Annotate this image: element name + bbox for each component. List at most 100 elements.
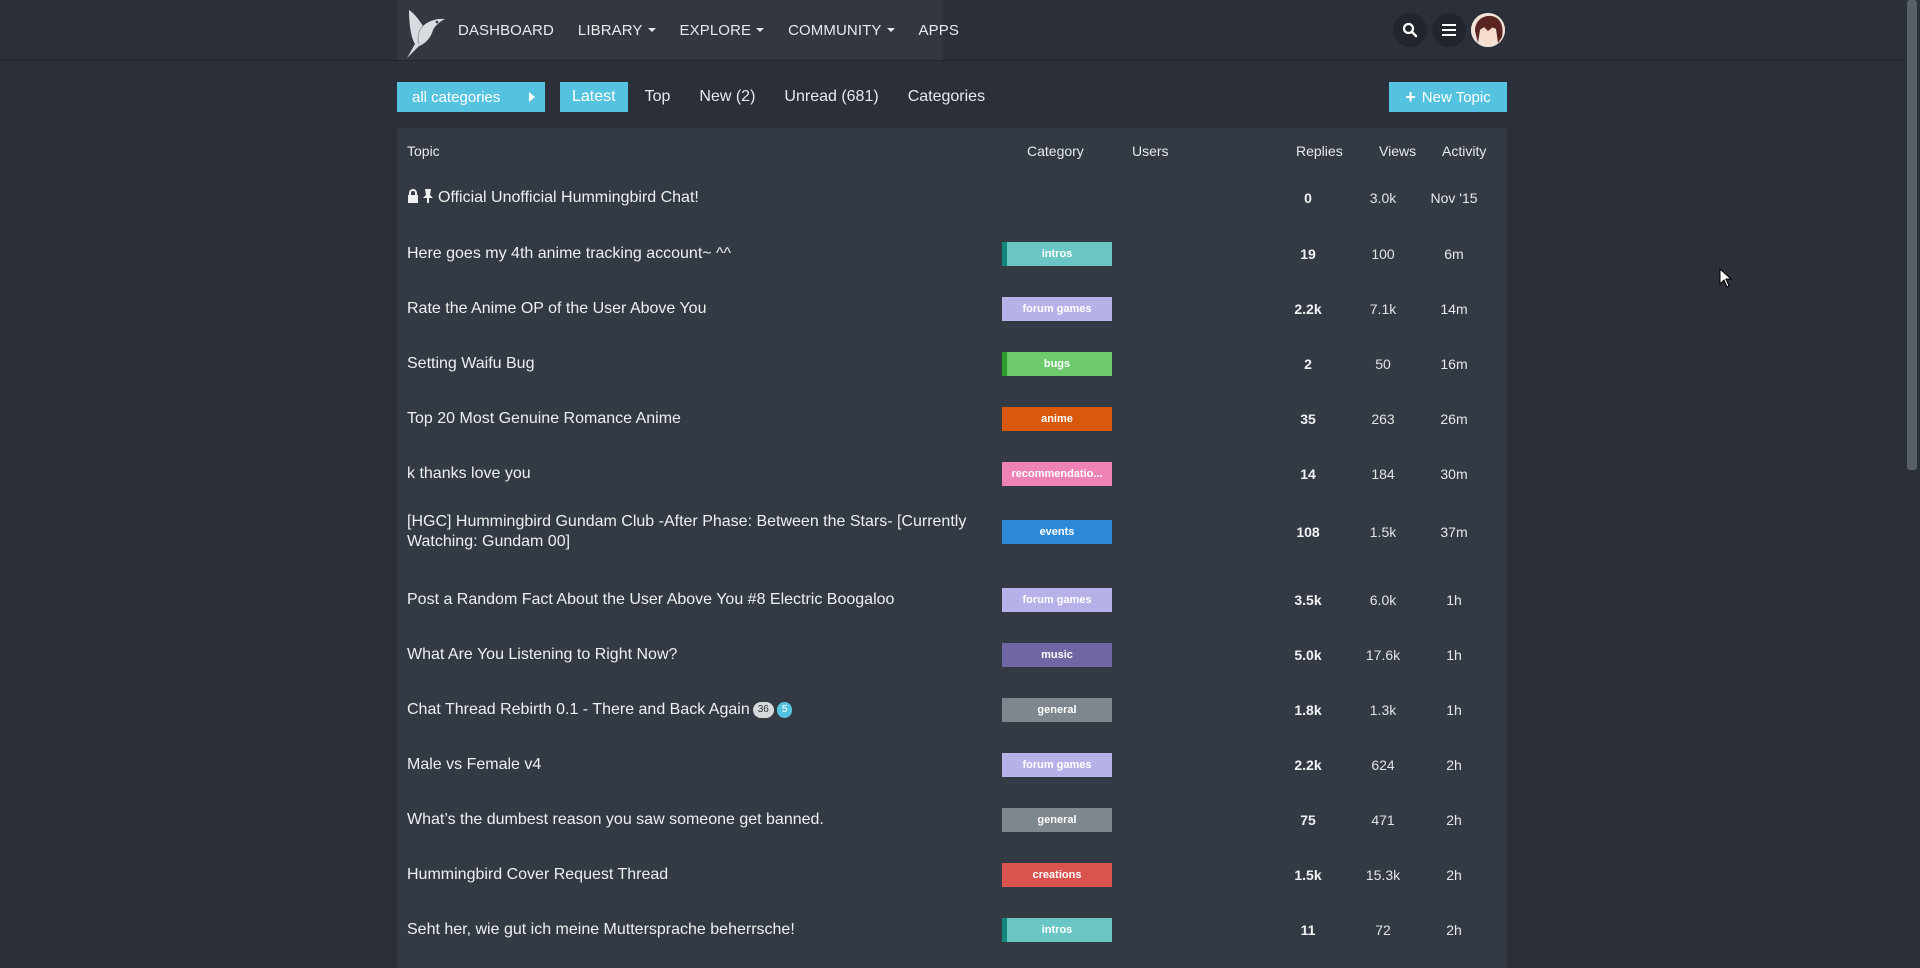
tab-top[interactable]: Top: [633, 82, 683, 112]
category-badge[interactable]: forum games: [1002, 297, 1112, 321]
scrollbar-thumb[interactable]: [1907, 0, 1917, 470]
nav-label: COMMUNITY: [788, 21, 882, 39]
tab-latest[interactable]: Latest: [560, 82, 628, 112]
caret-right-icon: [529, 92, 535, 102]
activity-count[interactable]: 1h: [1424, 647, 1484, 663]
category-label: bugs: [1043, 358, 1071, 370]
hummingbird-logo-icon[interactable]: [397, 0, 457, 60]
topic-title[interactable]: What Are You Listening to Right Now?: [407, 645, 977, 665]
category-label: intros: [1041, 924, 1073, 936]
category-badge[interactable]: music: [1002, 643, 1112, 667]
topic-title[interactable]: Here goes my 4th anime tracking account~…: [407, 244, 977, 264]
header-topic[interactable]: Topic: [407, 143, 440, 159]
category-badge[interactable]: events: [1002, 520, 1112, 544]
activity-count[interactable]: Nov '15: [1424, 190, 1484, 206]
activity-count[interactable]: 2h: [1424, 812, 1484, 828]
table-row: Here goes my 4th anime tracking account~…: [397, 232, 1507, 277]
activity-count[interactable]: 26m: [1424, 411, 1484, 427]
header-replies[interactable]: Replies: [1296, 143, 1343, 159]
category-label: events: [1039, 526, 1075, 538]
menu-icon: [1442, 24, 1456, 36]
activity-count[interactable]: 1h: [1424, 702, 1484, 718]
nav-library[interactable]: LIBRARY: [578, 22, 656, 39]
category-badge[interactable]: forum games: [1002, 753, 1112, 777]
nav-apps[interactable]: APPS: [919, 22, 959, 39]
topic-title[interactable]: [HGC] Hummingbird Gundam Club -After Pha…: [407, 512, 977, 552]
new-count-badge[interactable]: 5: [776, 701, 793, 718]
category-stripe: [1002, 698, 1007, 722]
topic-title[interactable]: Post a Random Fact About the User Above …: [407, 590, 977, 610]
topic-title[interactable]: Official Unofficial Hummingbird Chat!: [407, 188, 977, 208]
nav-label: DASHBOARD: [458, 21, 554, 39]
nav-explore[interactable]: EXPLORE: [680, 22, 765, 39]
category-badge[interactable]: anime: [1002, 407, 1112, 431]
category-label: anime: [1041, 413, 1073, 425]
table-row: Hummingbird Cover Request Thread creation…: [397, 853, 1507, 898]
tab-categories[interactable]: Categories: [896, 82, 997, 112]
category-label: forum games: [1022, 759, 1092, 771]
views-count: 17.6k: [1365, 647, 1401, 663]
table-row: Post a Random Fact About the User Above …: [397, 578, 1507, 623]
category-badge[interactable]: general: [1002, 698, 1112, 722]
topic-title[interactable]: Hummingbird Cover Request Thread: [407, 865, 977, 885]
category-badge[interactable]: forum games: [1002, 588, 1112, 612]
table-row: What Are You Listening to Right Now? musi…: [397, 633, 1507, 678]
mouse-cursor-icon: [1719, 267, 1733, 293]
header-users: Users: [1132, 143, 1169, 159]
category-badge[interactable]: recommendatio...: [1002, 462, 1112, 486]
category-label: general: [1037, 814, 1077, 826]
category-badge[interactable]: intros: [1002, 242, 1112, 266]
topic-title[interactable]: Top 20 Most Genuine Romance Anime: [407, 409, 977, 429]
header-activity[interactable]: Activity: [1442, 143, 1486, 159]
topic-title-text: Official Unofficial Hummingbird Chat!: [438, 189, 699, 206]
activity-count[interactable]: 30m: [1424, 466, 1484, 482]
activity-count[interactable]: 2h: [1424, 867, 1484, 883]
activity-count[interactable]: 14m: [1424, 301, 1484, 317]
replies-count: 0: [1304, 190, 1312, 206]
topic-title[interactable]: Setting Waifu Bug: [407, 354, 977, 374]
new-topic-button[interactable]: + New Topic: [1389, 82, 1507, 112]
header-views[interactable]: Views: [1379, 143, 1416, 159]
topic-title[interactable]: What’s the dumbest reason you saw someon…: [407, 810, 977, 830]
header-category: Category: [1027, 143, 1084, 159]
unread-count-badge[interactable]: 36: [752, 701, 774, 718]
caret-down-icon: [886, 28, 895, 32]
all-categories-dropdown[interactable]: all categories: [397, 82, 545, 112]
activity-count[interactable]: 2h: [1424, 922, 1484, 938]
category-badge[interactable]: general: [1002, 808, 1112, 832]
category-stripe: [1002, 297, 1007, 321]
replies-count: 1.5k: [1294, 867, 1322, 883]
topic-title[interactable]: k thanks love you: [407, 464, 977, 484]
tab-new[interactable]: New (2): [687, 82, 767, 112]
activity-count[interactable]: 37m: [1424, 524, 1484, 540]
tab-unread[interactable]: Unread (681): [772, 82, 890, 112]
search-button[interactable]: [1393, 13, 1427, 47]
all-categories-label: all categories: [412, 88, 501, 106]
activity-count[interactable]: 1h: [1424, 592, 1484, 608]
replies-count: 5.0k: [1294, 647, 1322, 663]
table-row: What’s the dumbest reason you saw someon…: [397, 798, 1507, 843]
replies-count: 2.2k: [1294, 301, 1322, 317]
activity-count[interactable]: 2h: [1424, 757, 1484, 773]
topic-title[interactable]: Male vs Female v4: [407, 755, 977, 775]
activity-count[interactable]: 16m: [1424, 356, 1484, 372]
category-badge[interactable]: intros: [1002, 918, 1112, 942]
category-label: creations: [1032, 869, 1082, 881]
nav-dashboard[interactable]: DASHBOARD: [458, 22, 554, 39]
topic-title-text: What Are You Listening to Right Now?: [407, 646, 678, 663]
topic-title[interactable]: Chat Thread Rebirth 0.1 - There and Back…: [407, 700, 977, 720]
activity-count[interactable]: 6m: [1424, 246, 1484, 262]
page-scrollbar[interactable]: [1904, 0, 1920, 960]
avatar[interactable]: [1471, 13, 1505, 47]
menu-button[interactable]: [1432, 13, 1466, 47]
topic-title-text: Chat Thread Rebirth 0.1 - There and Back…: [407, 701, 750, 718]
topic-title-text: Top 20 Most Genuine Romance Anime: [407, 410, 681, 427]
topic-title[interactable]: Rate the Anime OP of the User Above You: [407, 299, 977, 319]
category-badge[interactable]: creations: [1002, 863, 1112, 887]
replies-count: 19: [1300, 246, 1316, 262]
nav-community[interactable]: COMMUNITY: [788, 21, 895, 39]
category-label: general: [1037, 704, 1077, 716]
topic-title[interactable]: Seht her, wie gut ich meine Muttersprach…: [407, 920, 977, 940]
category-label: music: [1041, 649, 1073, 661]
category-badge[interactable]: bugs: [1002, 352, 1112, 376]
